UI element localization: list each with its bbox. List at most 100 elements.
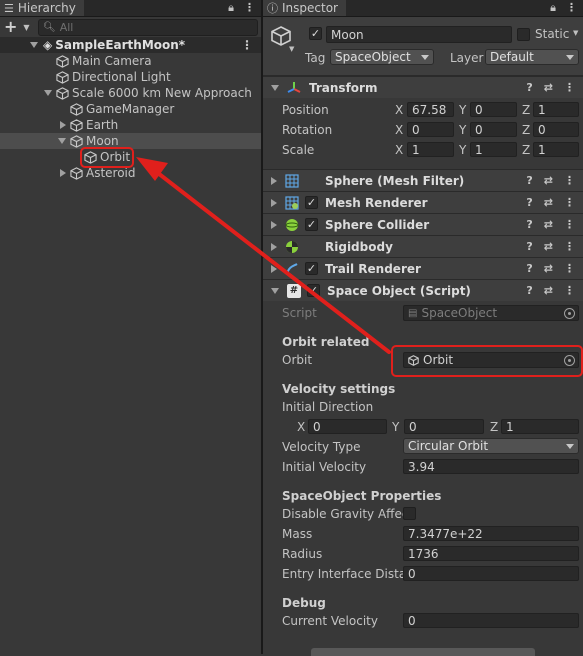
lock-icon[interactable]: 🔒︎ xyxy=(550,1,556,15)
add-component-button-edge[interactable] xyxy=(311,648,535,656)
tag-label: Tag xyxy=(305,51,326,65)
trail-renderer-enabled-checkbox[interactable]: ✓ xyxy=(305,262,318,275)
position-y-input[interactable]: 0 xyxy=(470,102,517,117)
kebab-menu-icon[interactable]: ⋮ xyxy=(564,174,575,187)
mesh-renderer-component-header[interactable]: ✓ Mesh Renderer ? ⇄ ⋮ xyxy=(263,191,583,213)
object-name-input[interactable]: Moon xyxy=(326,26,512,43)
space-object-component-header[interactable]: # ✓ Space Object (Script) ? ⇄ ⋮ xyxy=(263,279,583,301)
position-x-input[interactable]: 67.58 xyxy=(407,102,454,117)
static-checkbox[interactable] xyxy=(517,28,530,41)
direction-y-input[interactable]: 0 xyxy=(404,419,484,434)
expand-arrow-icon[interactable] xyxy=(271,287,279,294)
kebab-menu-icon[interactable]: ⋮ xyxy=(564,196,575,209)
mesh-filter-component-header[interactable]: Sphere (Mesh Filter) ? ⇄ ⋮ xyxy=(263,169,583,191)
expand-arrow-icon[interactable] xyxy=(30,42,38,48)
mesh-renderer-title: Mesh Renderer xyxy=(325,195,428,210)
collapse-arrow-icon[interactable] xyxy=(271,242,277,251)
direction-x-input[interactable]: 0 xyxy=(308,419,387,434)
chevron-down-icon[interactable]: ▼ xyxy=(289,45,294,53)
direction-z-input[interactable]: 1 xyxy=(501,419,579,434)
current-velocity-input[interactable]: 0 xyxy=(403,613,579,628)
kebab-menu-icon[interactable]: ⋮ xyxy=(566,1,577,15)
hierarchy-item-earth[interactable]: Earth xyxy=(0,117,261,133)
layer-dropdown[interactable]: Default xyxy=(485,49,579,65)
expand-arrow-icon[interactable] xyxy=(44,90,52,96)
help-icon[interactable]: ? xyxy=(526,240,532,253)
scale-x-input[interactable]: 1 xyxy=(407,142,454,157)
presets-icon[interactable]: ⇄ xyxy=(544,218,553,231)
rotation-y-input[interactable]: 0 xyxy=(470,122,517,137)
axis-z-label: Z xyxy=(522,123,531,137)
presets-icon[interactable]: ⇄ xyxy=(544,174,553,187)
collapse-arrow-icon[interactable] xyxy=(60,121,66,129)
rigidbody-icon xyxy=(286,240,298,253)
kebab-menu-icon[interactable]: ⋮ xyxy=(244,1,255,15)
radius-input[interactable]: 1736 xyxy=(403,546,579,561)
collapse-arrow-icon[interactable] xyxy=(271,264,277,273)
kebab-menu-icon[interactable]: ⋮ xyxy=(564,81,575,94)
axis-y-label: Y xyxy=(459,143,467,157)
expand-arrow-icon[interactable] xyxy=(58,138,66,144)
hierarchy-item-scale-root[interactable]: Scale 6000 km New Approach xyxy=(0,85,261,101)
help-icon[interactable]: ? xyxy=(526,262,532,275)
chevron-down-icon[interactable]: ▼ xyxy=(573,29,578,37)
search-icon: 🔍︎ xyxy=(43,22,56,33)
scale-y-input[interactable]: 1 xyxy=(470,142,517,157)
hierarchy-item-label: Main Camera xyxy=(72,54,152,68)
velocity-type-dropdown[interactable]: Circular Orbit xyxy=(403,438,579,454)
sphere-collider-component-header[interactable]: ✓ Sphere Collider ? ⇄ ⋮ xyxy=(263,213,583,235)
space-object-enabled-checkbox[interactable]: ✓ xyxy=(307,284,320,297)
scale-label: Scale xyxy=(282,143,315,157)
trail-renderer-component-header[interactable]: ✓ Trail Renderer ? ⇄ ⋮ xyxy=(263,257,583,279)
kebab-menu-icon[interactable]: ⋮ xyxy=(564,262,575,275)
trail-renderer-title: Trail Renderer xyxy=(325,261,421,276)
velocity-type-value: Circular Orbit xyxy=(408,439,489,453)
help-icon[interactable]: ? xyxy=(526,174,532,187)
hierarchy-tab-title: Hierarchy xyxy=(17,1,76,15)
presets-icon[interactable]: ⇄ xyxy=(544,240,553,253)
kebab-menu-icon[interactable]: ⋮ xyxy=(564,240,575,253)
active-checkbox[interactable]: ✓ xyxy=(309,27,322,40)
hierarchy-search-input[interactable]: 🔍︎ All xyxy=(38,19,258,36)
collapse-arrow-icon[interactable] xyxy=(271,198,277,207)
collapse-arrow-icon[interactable] xyxy=(60,169,66,177)
help-icon[interactable]: ? xyxy=(526,196,532,209)
help-icon[interactable]: ? xyxy=(526,81,532,94)
hierarchy-item-gamemanager[interactable]: GameManager xyxy=(0,101,261,117)
hierarchy-item-main-camera[interactable]: Main Camera xyxy=(0,53,261,69)
object-picker-icon xyxy=(564,308,575,319)
sphere-collider-enabled-checkbox[interactable]: ✓ xyxy=(305,218,318,231)
tag-dropdown[interactable]: SpaceObject xyxy=(330,49,434,65)
scale-z-input[interactable]: 1 xyxy=(533,142,579,157)
mass-input[interactable]: 7.3477e+22 xyxy=(403,526,579,541)
lock-icon[interactable]: 🔒︎ xyxy=(228,1,234,15)
scene-row[interactable]: ◈ SampleEarthMoon* ⋮ xyxy=(0,37,261,53)
add-button[interactable]: + xyxy=(4,19,17,35)
kebab-menu-icon[interactable]: ⋮ xyxy=(564,284,575,297)
kebab-menu-icon[interactable]: ⋮ xyxy=(564,218,575,231)
presets-icon[interactable]: ⇄ xyxy=(544,81,553,94)
rigidbody-component-header[interactable]: Rigidbody ? ⇄ ⋮ xyxy=(263,235,583,257)
help-icon[interactable]: ? xyxy=(526,284,532,297)
hierarchy-tab[interactable]: ☰ Hierarchy xyxy=(0,0,84,16)
collapse-arrow-icon[interactable] xyxy=(271,176,277,185)
scene-menu-icon[interactable]: ⋮ xyxy=(241,38,253,52)
rotation-x-input[interactable]: 0 xyxy=(407,122,454,137)
chevron-down-icon[interactable]: ▼ xyxy=(23,23,29,32)
mesh-renderer-enabled-checkbox[interactable]: ✓ xyxy=(305,196,318,209)
presets-icon[interactable]: ⇄ xyxy=(544,196,553,209)
position-z-input[interactable]: 1 xyxy=(533,102,579,117)
search-placeholder: All xyxy=(59,21,74,34)
rotation-z-input[interactable]: 0 xyxy=(533,122,579,137)
hierarchy-item-directional-light[interactable]: Directional Light xyxy=(0,69,261,85)
help-icon[interactable]: ? xyxy=(526,218,532,231)
initial-velocity-input[interactable]: 3.94 xyxy=(403,459,579,474)
presets-icon[interactable]: ⇄ xyxy=(544,262,553,275)
entry-interface-input[interactable]: 0 xyxy=(403,566,579,581)
disable-gravity-checkbox[interactable] xyxy=(403,507,416,520)
transform-component-header[interactable]: Transform ? ⇄ ⋮ xyxy=(263,76,583,98)
expand-arrow-icon[interactable] xyxy=(271,84,279,91)
presets-icon[interactable]: ⇄ xyxy=(544,284,553,297)
inspector-tab[interactable]: ⓘ Inspector xyxy=(263,0,346,16)
collapse-arrow-icon[interactable] xyxy=(271,220,277,229)
